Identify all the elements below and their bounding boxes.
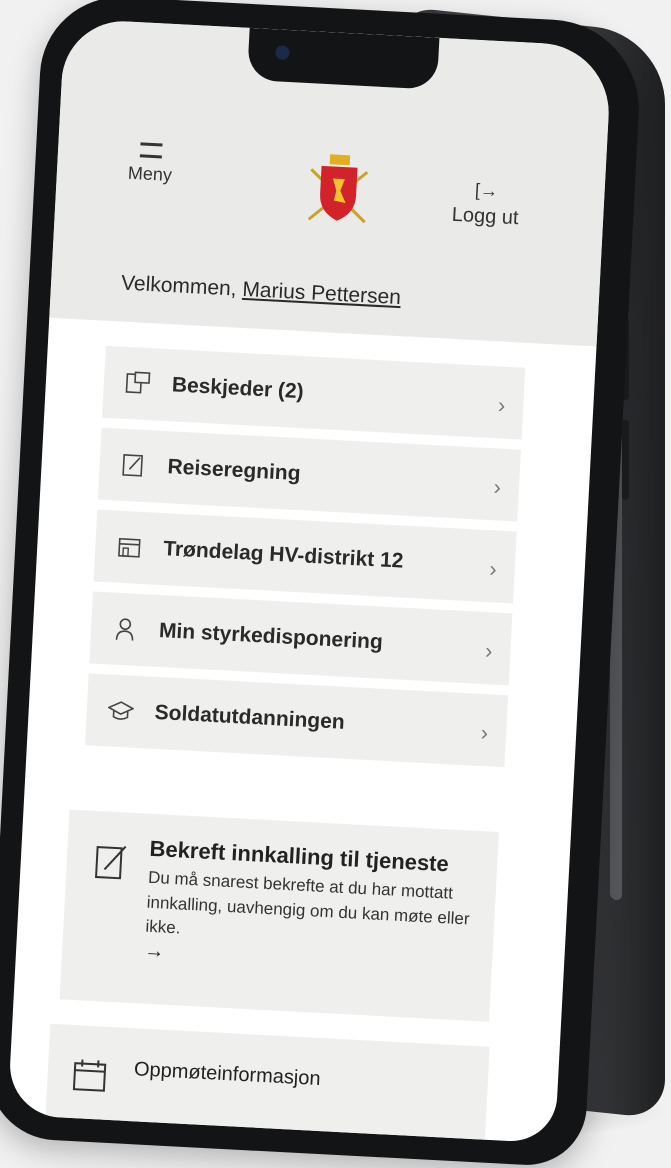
volume-button [622,420,629,500]
building-icon [115,533,144,562]
menu-button[interactable]: Meny [114,141,186,187]
scene: Meny [→ Logg ut Velkommen, Marius Petter… [0,0,671,1155]
chevron-right-icon: › [497,392,506,418]
messages-icon [123,369,152,398]
logout-label: Logg ut [451,204,519,229]
menu-item-label: Reiseregning [167,455,301,486]
phone-screen: Meny [→ Logg ut Velkommen, Marius Petter… [7,18,612,1143]
document-edit-icon [94,841,130,883]
phone: Meny [→ Logg ut Velkommen, Marius Petter… [0,0,643,1168]
menu-item-label: Min styrkedisponering [158,619,383,655]
document-edit-icon [119,451,148,480]
menu-item-label: Beskjeder (2) [171,373,304,404]
graduation-cap-icon [106,696,135,725]
menu-item-district[interactable]: Trøndelag HV-distrikt 12 › [94,510,517,604]
chevron-right-icon: › [484,638,493,664]
menu-item-force-disposition[interactable]: Min styrkedisponering › [89,591,512,685]
card-title: Oppmøteinformasjon [133,1058,321,1091]
menu-item-travel-expense[interactable]: Reiseregning › [98,428,521,522]
user-name-link[interactable]: Marius Pettersen [242,278,402,309]
welcome-text: Velkommen, Marius Pettersen [121,272,402,311]
menu-label: Meny [127,163,172,185]
logout-button[interactable]: [→ Logg ut [445,178,527,230]
menu-item-soldier-training[interactable]: Soldatutdanningen › [85,673,508,767]
coat-of-arms-logo [304,149,372,228]
confirm-summons-card[interactable]: Bekreft innkalling til tjeneste Du må sn… [60,810,499,1022]
soldier-icon [110,614,139,643]
menu-item-label: Trøndelag HV-distrikt 12 [163,537,404,574]
menu-item-label: Soldatutdanningen [154,701,345,735]
notch [247,28,439,90]
hamburger-icon [140,142,163,158]
chevron-right-icon: › [480,720,489,746]
menu-list: Beskjeder (2) › Reiseregning › Trøndelag… [84,346,525,777]
calendar-icon [71,1057,109,1095]
logout-icon: [→ [446,178,527,203]
menu-item-messages[interactable]: Beskjeder (2) › [102,346,525,440]
chevron-right-icon: › [489,556,498,582]
attendance-info-card[interactable]: Oppmøteinformasjon [44,1024,490,1144]
welcome-prefix: Velkommen, [121,272,238,301]
chevron-right-icon: › [493,474,502,500]
